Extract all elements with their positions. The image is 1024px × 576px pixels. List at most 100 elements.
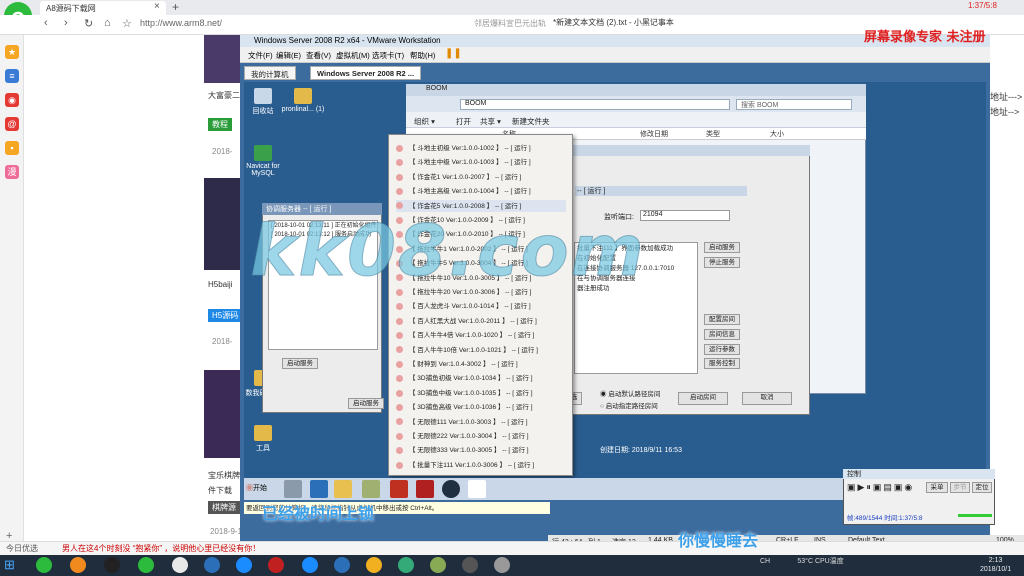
card-title[interactable]: 大富豪二 xyxy=(208,90,240,101)
taskbar-app-icon[interactable] xyxy=(430,557,446,573)
taskbar-app-icon[interactable] xyxy=(172,557,188,573)
taskbar-app-icon[interactable] xyxy=(366,557,382,573)
menu-view[interactable]: 查看(V) xyxy=(306,50,331,61)
stop-service-button[interactable]: 停止服务 xyxy=(704,257,740,268)
tab-my-computer[interactable]: 我的计算机 xyxy=(244,66,296,80)
taskbar-browser-icon[interactable] xyxy=(36,557,52,573)
room-info-button[interactable]: 房间信息 xyxy=(704,329,740,340)
taskbar-app-icon[interactable] xyxy=(204,557,220,573)
taskbar-dice-icon[interactable] xyxy=(468,480,486,498)
run-params-button[interactable]: 运行参数 xyxy=(704,344,740,355)
game-list-item[interactable]: 【 批量下注111 Ver:1.0.0-3006 】 -- [ 运行 ] xyxy=(396,459,566,471)
favorite-icon[interactable]: ☆ xyxy=(122,17,132,30)
game-list-item[interactable]: 【 斗地主初级 Ver:1.0.0-1002 】 -- [ 运行 ] xyxy=(396,142,566,154)
taskbar-app-icon[interactable] xyxy=(268,557,284,573)
taskbar-app-icon[interactable] xyxy=(398,557,414,573)
guest-start-button[interactable]: ▦开始 xyxy=(246,481,270,497)
card-thumbnail[interactable] xyxy=(204,35,240,83)
taskbar-firefox-icon[interactable] xyxy=(70,557,86,573)
game-list-item[interactable]: 【 百人龙虎斗 Ver:1.0.0-1014 】 -- [ 运行 ] xyxy=(396,300,566,312)
locate-button[interactable]: 定位 xyxy=(972,482,992,493)
card-tag[interactable]: 棋牌源 xyxy=(208,501,240,514)
game-list-item[interactable]: 【 斗地主中级 Ver:1.0.0-1003 】 -- [ 运行 ] xyxy=(396,156,566,168)
note-icon[interactable]: ▪ xyxy=(5,141,19,155)
game-list-item[interactable]: 【 百人牛牛4倍 Ver:1.0.0-1020 】 -- [ 运行 ] xyxy=(396,329,566,341)
service-control-button[interactable]: 服务控制 xyxy=(704,358,740,369)
pause-icon[interactable]: ❚❚ xyxy=(445,48,462,59)
column-date[interactable]: 修改日期 xyxy=(640,129,668,139)
weibo-icon[interactable]: ◉ xyxy=(5,93,19,107)
taskbar-app-icon[interactable] xyxy=(138,557,154,573)
taskbar-app-icon[interactable] xyxy=(462,557,478,573)
menu-vm[interactable]: 虚拟机(M) xyxy=(336,50,370,61)
tab-server[interactable]: Windows Server 2008 R2 ... xyxy=(310,66,422,80)
reload-icon[interactable]: ↻ xyxy=(84,17,93,30)
radio-default-path[interactable]: ◉ 启动默认路径房间 xyxy=(600,388,660,398)
card-title[interactable]: H5baiji xyxy=(208,280,232,289)
capture-button[interactable]: 采单 xyxy=(926,482,948,493)
back-icon[interactable]: ‹ xyxy=(44,17,48,29)
step-button[interactable]: 步节 xyxy=(950,482,970,493)
game-list-item[interactable]: 【 3D捕鱼初级 Ver:1.0.0-1034 】 -- [ 运行 ] xyxy=(396,372,566,384)
browser-tab[interactable]: A8源码下载网 xyxy=(40,1,166,15)
game-list-item[interactable]: 【 3D捕鱼中级 Ver:1.0.0-1035 】 -- [ 运行 ] xyxy=(396,387,566,399)
taskbar-app-icon[interactable] xyxy=(302,557,318,573)
start-room-button[interactable]: 启动房间 xyxy=(678,392,728,405)
new-tab-icon[interactable]: + xyxy=(172,0,179,14)
taskbar-app-icon[interactable] xyxy=(390,480,408,498)
forward-icon[interactable]: › xyxy=(64,17,68,29)
start-service-button[interactable]: 启动服务 xyxy=(704,242,740,253)
playback-controls[interactable]: ▣▶⏸▣▤▣◉ xyxy=(847,482,927,494)
home-icon[interactable]: ⌂ xyxy=(104,17,111,29)
taskbar-app-icon[interactable] xyxy=(334,557,350,573)
coordinator-stop-button[interactable]: 启动服务 xyxy=(348,398,384,409)
card-tag[interactable]: H5源码 xyxy=(208,309,243,322)
radio-custom-path[interactable]: ○ 启动指定路径房间 xyxy=(600,400,658,410)
toolbar-open[interactable]: 打开 xyxy=(456,116,471,127)
taskbar-powershell-icon[interactable] xyxy=(310,480,328,498)
toolbar-share[interactable]: 共享 ▾ xyxy=(480,116,501,127)
column-type[interactable]: 类型 xyxy=(706,129,720,139)
card-tag[interactable]: 教程 xyxy=(208,118,232,131)
config-room-button[interactable]: 配置房间 xyxy=(704,314,740,325)
game-list-item[interactable]: 【 无限德111 Ver:1.0.0-3003 】 -- [ 运行 ] xyxy=(396,416,566,428)
game-list-item[interactable]: 【 财神到 Ver:1.0.4-3002 】 -- [ 运行 ] xyxy=(396,358,566,370)
taskbar-explorer-icon[interactable] xyxy=(334,480,352,498)
taskbar-app-icon[interactable] xyxy=(362,480,380,498)
windows-start-icon[interactable]: ⊞ xyxy=(4,557,15,573)
column-size[interactable]: 大小 xyxy=(770,129,784,139)
taskbar-app-icon[interactable] xyxy=(494,557,510,573)
game-list-item[interactable]: 【 诈金花1 Ver:1.0.0-2007 】 -- [ 运行 ] xyxy=(396,171,566,183)
comic-icon[interactable]: 漫 xyxy=(5,165,19,179)
explorer-path[interactable]: BOOM xyxy=(460,99,730,110)
cancel-button[interactable]: 取消 xyxy=(742,392,792,405)
recorder-slider[interactable] xyxy=(958,514,992,517)
star-icon[interactable]: ★ xyxy=(5,45,19,59)
desktop-icon-tools[interactable]: 工具 xyxy=(240,425,286,453)
card-thumbnail[interactable] xyxy=(204,178,240,270)
menu-edit[interactable]: 编辑(E) xyxy=(276,50,301,61)
game-list-item[interactable]: 【 无限德222 Ver:1.0.0-3004 】 -- [ 运行 ] xyxy=(396,430,566,442)
explorer-search[interactable]: 搜索 BOOM xyxy=(736,99,852,110)
coordinator-start-button[interactable]: 启动服务 xyxy=(282,358,318,369)
taskbar-app-icon[interactable] xyxy=(104,557,120,573)
menu-file[interactable]: 文件(F) xyxy=(248,50,273,61)
game-list-item[interactable]: 【 斗地主高级 Ver:1.0.0-1004 】 -- [ 运行 ] xyxy=(396,185,566,197)
status-news[interactable]: 男人在这4个时刻没 “抱紧你” ，说明他心里已经没有你！ xyxy=(62,543,260,554)
card-thumbnail[interactable] xyxy=(204,370,240,458)
menu-tabs[interactable]: 选项卡(T) xyxy=(372,50,404,61)
toolbar-new-folder[interactable]: 新建文件夹 xyxy=(512,116,550,127)
taskbar-ie-icon[interactable] xyxy=(236,557,252,573)
menu-help[interactable]: 帮助(H) xyxy=(410,50,435,61)
game-list-item[interactable]: 【 百人红黑大战 Ver:1.0.0-2011 】 -- [ 运行 ] xyxy=(396,315,566,327)
close-tab-icon[interactable]: × xyxy=(154,1,160,12)
news-ticker[interactable]: 邻居爆料宣巴元出轨 xyxy=(474,18,546,29)
game-list-item[interactable]: 【 百人牛牛10倍 Ver:1.0.0-1021 】 -- [ 运行 ] xyxy=(396,344,566,356)
desktop-icon-folder[interactable]: pronlinal... (1) xyxy=(280,88,326,113)
toolbar-organize[interactable]: 组织 ▾ xyxy=(414,116,435,127)
taskbar-lock-icon[interactable] xyxy=(416,480,434,498)
system-clock[interactable]: 2:13 2018/10/1 xyxy=(980,556,1011,574)
port-field[interactable]: 21094 xyxy=(640,210,730,221)
game-list-item[interactable]: 【 3D捕鱼高级 Ver:1.0.0-1036 】 -- [ 运行 ] xyxy=(396,401,566,413)
mail-icon[interactable]: @ xyxy=(5,117,19,131)
